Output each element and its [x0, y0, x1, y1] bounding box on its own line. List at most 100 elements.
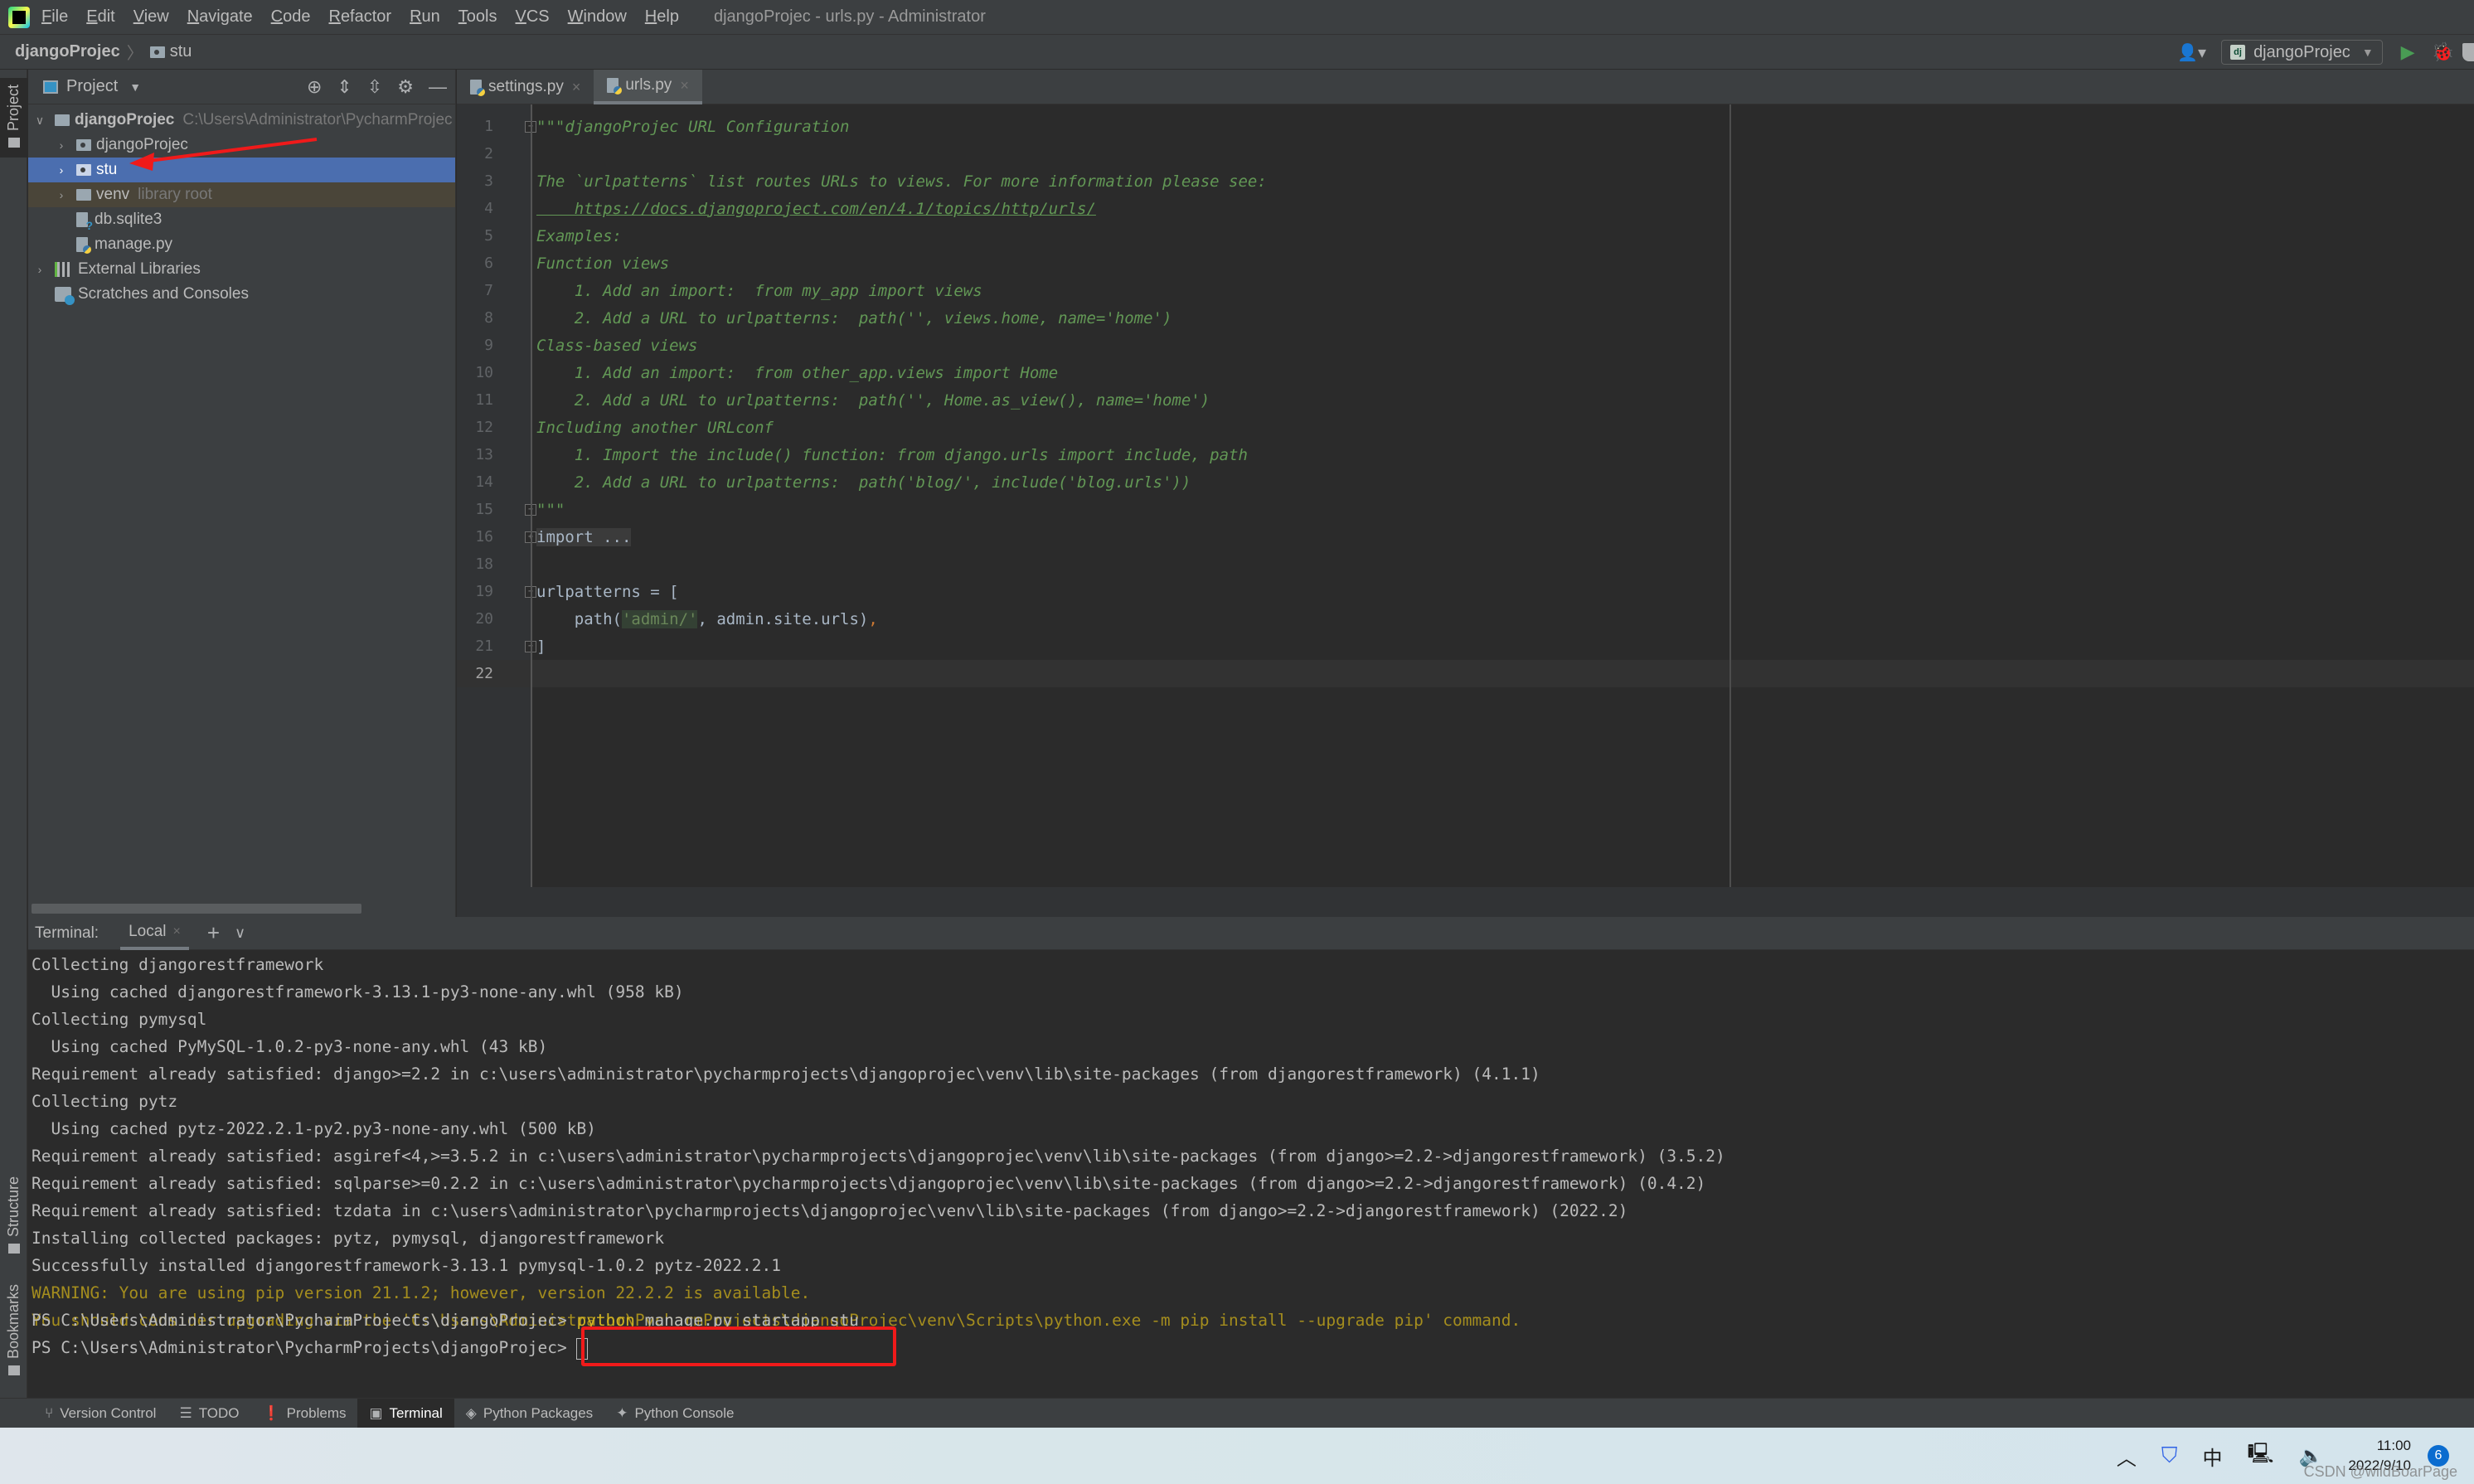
- code-line[interactable]: 2: [457, 140, 2474, 167]
- tool-version-control[interactable]: ⑂ Version Control: [33, 1399, 167, 1428]
- breadcrumb-project[interactable]: djangoProjec: [15, 42, 120, 61]
- code-token: Examples:: [536, 226, 622, 245]
- run-button[interactable]: ▶: [2401, 41, 2415, 63]
- stripe-project-button[interactable]: Project: [0, 78, 27, 158]
- code-line[interactable]: 12 Including another URLconf: [457, 414, 2474, 441]
- tree-item-manage-py[interactable]: manage.py: [28, 232, 455, 257]
- code-text: import ...: [536, 527, 632, 546]
- terminal-output[interactable]: Collecting djangorestframework Using cac…: [28, 951, 2474, 1398]
- security-shield-icon[interactable]: ⛉: [2161, 1443, 2178, 1469]
- code-editor[interactable]: 1"""djangoProjec URL Configuration−23The…: [457, 104, 2474, 887]
- user-dropdown-button[interactable]: 👤▾: [2177, 42, 2206, 63]
- horizontal-scrollbar[interactable]: [32, 904, 361, 914]
- tree-item-venv[interactable]: › venv library root: [28, 182, 455, 207]
- tree-item-label: djangoProjec: [75, 111, 175, 129]
- chevron-down-icon[interactable]: ▼: [129, 80, 141, 94]
- code-line[interactable]: 18: [457, 550, 2474, 578]
- code-line[interactable]: 11 2. Add a URL to urlpatterns: path('',…: [457, 386, 2474, 414]
- tree-item-djangoprojec-package[interactable]: › djangoProjec: [28, 133, 455, 158]
- code-line[interactable]: 4 https://docs.djangoproject.com/en/4.1/…: [457, 195, 2474, 222]
- close-icon[interactable]: ×: [173, 924, 181, 939]
- code-line[interactable]: 13 1. Import the include() function: fro…: [457, 441, 2474, 468]
- tree-item-external-libraries[interactable]: › External Libraries: [28, 257, 455, 282]
- unknown-file-icon: [76, 212, 93, 232]
- show-hidden-icons-chevron-up-icon[interactable]: ︿: [2117, 1442, 2137, 1471]
- code-line[interactable]: 6 Function views: [457, 250, 2474, 277]
- coverage-button[interactable]: [2462, 43, 2474, 61]
- stripe-bookmarks-button[interactable]: Bookmarks: [0, 1284, 27, 1376]
- tree-item-label: djangoProjec: [96, 136, 188, 153]
- menu-code[interactable]: Code: [271, 7, 311, 27]
- menu-navigate[interactable]: Navigate: [187, 7, 253, 27]
- new-terminal-plus-icon[interactable]: +: [207, 920, 220, 946]
- tree-item-stu[interactable]: › stu: [28, 158, 455, 182]
- code-line[interactable]: 7 1. Add an import: from my_app import v…: [457, 277, 2474, 304]
- chevron-down-icon[interactable]: ∨: [235, 924, 245, 942]
- close-icon[interactable]: ×: [572, 79, 581, 96]
- menu-refactor[interactable]: Refactor: [328, 7, 391, 27]
- menu-run[interactable]: Run: [410, 7, 440, 27]
- close-icon[interactable]: ×: [680, 77, 689, 95]
- chevron-right-icon[interactable]: ›: [32, 263, 48, 276]
- tree-item-scratches[interactable]: Scratches and Consoles: [28, 282, 455, 307]
- code-line[interactable]: 19urlpatterns = [−: [457, 578, 2474, 605]
- tool-python-console[interactable]: ✦ Python Console: [604, 1399, 745, 1428]
- tool-terminal[interactable]: ▣ Terminal: [357, 1398, 454, 1428]
- tool-problems[interactable]: ❗ Problems: [251, 1399, 358, 1428]
- tree-item-db-sqlite3[interactable]: db.sqlite3: [28, 207, 455, 232]
- network-icon[interactable]: 🖳: [2247, 1439, 2273, 1473]
- terminal-tab-local[interactable]: Local ×: [120, 917, 189, 950]
- tab-settings-py[interactable]: settings.py ×: [457, 70, 594, 104]
- tool-label: Version Control: [60, 1404, 157, 1421]
- code-line[interactable]: 5 Examples:: [457, 222, 2474, 250]
- code-line[interactable]: 3 The `urlpatterns` list routes URLs to v…: [457, 167, 2474, 195]
- code-line[interactable]: 10 1. Add an import: from other_app.view…: [457, 359, 2474, 386]
- code-line[interactable]: 9 Class-based views: [457, 332, 2474, 359]
- structure-icon: [7, 1244, 20, 1254]
- tree-item-project-root[interactable]: ∨ djangoProjec C:\Users\Administrator\Py…: [28, 108, 455, 133]
- tool-todo[interactable]: ☰ TODO: [167, 1399, 250, 1428]
- tree-item-label: manage.py: [95, 235, 173, 253]
- tool-python-packages[interactable]: ◈ Python Packages: [454, 1399, 604, 1428]
- code-line[interactable]: 21]−: [457, 633, 2474, 660]
- code-line[interactable]: 15"""−: [457, 496, 2474, 523]
- ime-indicator[interactable]: 中: [2202, 1442, 2222, 1471]
- code-text: Class-based views: [536, 337, 697, 355]
- menu-tools[interactable]: Tools: [458, 7, 497, 27]
- chevron-right-icon[interactable]: ›: [53, 163, 70, 177]
- code-line[interactable]: 22: [457, 660, 2474, 687]
- menu-file[interactable]: File: [41, 7, 68, 27]
- menu-vcs[interactable]: VCS: [516, 7, 550, 27]
- menu-help[interactable]: Help: [645, 7, 679, 27]
- code-token: 1. Import the include() function: from d…: [536, 445, 1248, 464]
- code-line[interactable]: 1"""djangoProjec URL Configuration−: [457, 113, 2474, 140]
- menu-edit[interactable]: Edit: [86, 7, 114, 27]
- line-number: 18: [475, 555, 493, 573]
- run-configuration-select[interactable]: dj djangoProjec ▼: [2221, 40, 2383, 65]
- code-line[interactable]: 8 2. Add a URL to urlpatterns: path('', …: [457, 304, 2474, 332]
- terminal-input-line[interactable]: PS C:\Users\Administrator\PycharmProject…: [32, 1334, 589, 1361]
- collapse-all-icon[interactable]: ⇳: [367, 76, 382, 98]
- tab-urls-py[interactable]: urls.py ×: [594, 70, 702, 104]
- code-line[interactable]: 20 path('admin/', admin.site.urls),: [457, 605, 2474, 633]
- code-line[interactable]: 14 2. Add a URL to urlpatterns: path('bl…: [457, 468, 2474, 496]
- locate-file-icon[interactable]: ⊕: [307, 76, 322, 98]
- menu-view[interactable]: View: [133, 7, 169, 27]
- expand-all-icon[interactable]: ⇕: [337, 76, 352, 98]
- code-text: 1. Add an import: from my_app import vie…: [536, 282, 982, 300]
- code-line[interactable]: 16import ...+: [457, 523, 2474, 550]
- gear-icon[interactable]: ⚙: [397, 76, 414, 98]
- tool-label: Python Console: [634, 1404, 735, 1421]
- chevron-right-icon[interactable]: ›: [53, 138, 70, 152]
- editor-tab-bar: settings.py × urls.py ×: [457, 70, 2474, 104]
- stripe-structure-button[interactable]: Structure: [0, 1176, 27, 1254]
- chevron-down-icon[interactable]: ∨: [32, 114, 48, 128]
- line-number: 9: [484, 337, 493, 354]
- debug-button[interactable]: 🐞: [2432, 41, 2454, 63]
- chevron-right-icon[interactable]: ›: [53, 188, 70, 201]
- project-view-select[interactable]: Project: [66, 77, 118, 96]
- packages-icon: ◈: [465, 1404, 477, 1421]
- breadcrumb-folder-stu[interactable]: stu: [170, 42, 192, 61]
- menu-window[interactable]: Window: [568, 7, 627, 27]
- hide-panel-icon[interactable]: —: [429, 76, 447, 98]
